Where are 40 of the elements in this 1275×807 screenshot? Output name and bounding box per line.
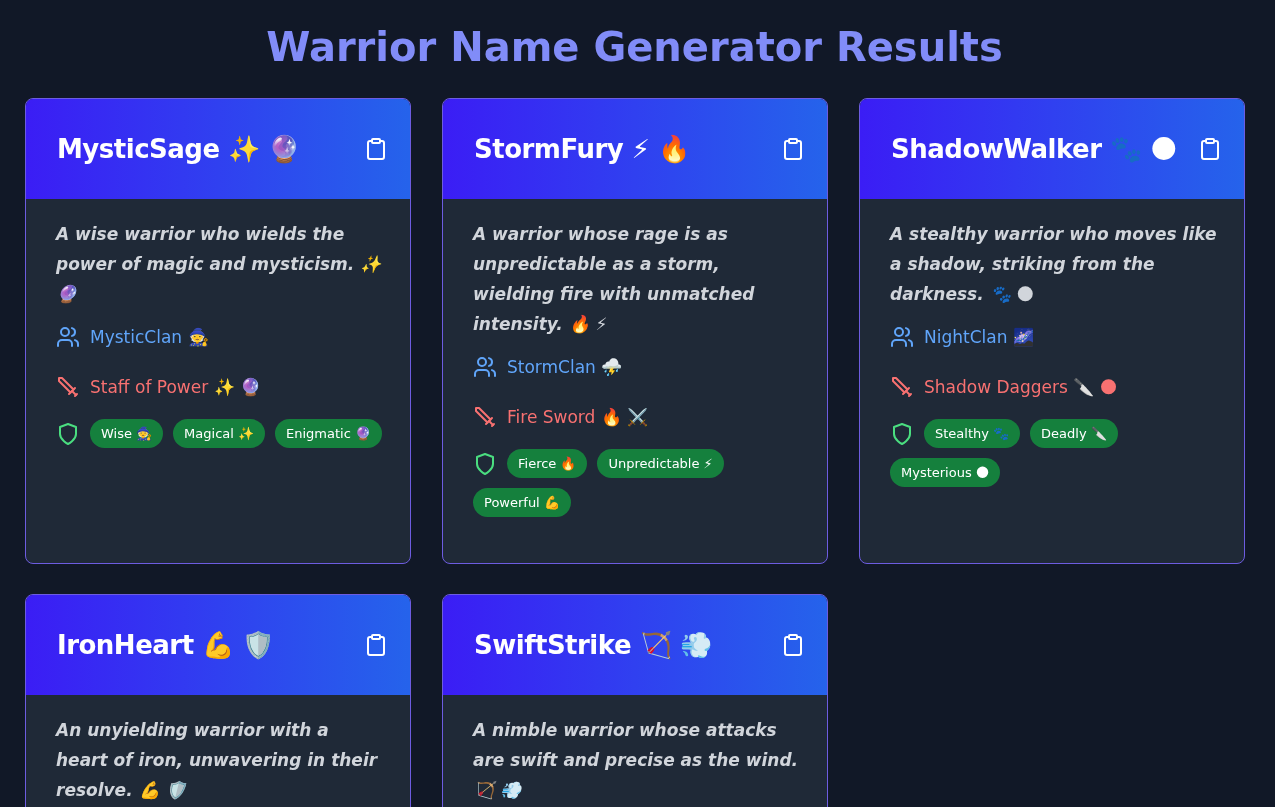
weapon-name: Staff of Power ✨ 🔮 — [90, 377, 261, 397]
clan-name: StormClan ⛈ — [507, 357, 623, 377]
sword-icon — [473, 405, 497, 429]
shield-icon — [473, 451, 497, 476]
shield-icon — [890, 421, 914, 446]
warrior-name: SwiftStrike 🏹 💨 — [474, 630, 712, 660]
trait-tag: Fierce 🔥 — [507, 449, 588, 478]
users-icon — [473, 355, 497, 379]
warrior-description: An unyielding warrior with a heart of iron, unwavering in their resolve. 💪 🛡 — [56, 719, 379, 802]
clipboard-icon[interactable] — [364, 137, 388, 161]
clipboard-icon[interactable] — [781, 633, 805, 657]
shield-icon — [56, 421, 80, 446]
clipboard-icon[interactable] — [1198, 137, 1222, 161]
sword-icon — [890, 375, 914, 399]
clan-name: MysticClan 🧙 — [90, 327, 209, 347]
trait-tag: Enigmatic 🔮 — [275, 419, 382, 448]
sword-icon — [56, 375, 80, 399]
trait-tag: Magical ✨ — [173, 419, 265, 448]
trait-tag: Stealthy 🐾 — [924, 419, 1021, 448]
trait-tag: Deadly 🔪 — [1030, 419, 1118, 448]
trait-tag: Wise 🧙 — [90, 419, 164, 448]
users-icon — [56, 325, 80, 349]
warrior-description: A nimble warrior whose attacks are swift and precise as the wind. 🏹 💨 — [473, 719, 800, 802]
warrior-description: A stealthy warrior who moves like a shadow, striking from the darkness. 🐾 🌑 — [890, 223, 1218, 306]
trait-tag: Mysterious 🌑 — [890, 458, 1001, 487]
warrior-name: MysticSage ✨ 🔮 — [57, 134, 300, 164]
warrior-name: IronHeart 💪 🛡 — [57, 630, 274, 660]
page-title: Warrior Name Generator Results — [265, 23, 1004, 72]
clipboard-icon[interactable] — [781, 137, 805, 161]
warrior-name: StormFury ⚡ 🔥 — [474, 134, 690, 164]
clipboard-icon[interactable] — [364, 633, 388, 657]
trait-tag: Unpredictable ⚡ — [597, 449, 724, 478]
trait-tag: Powerful 💪 — [473, 488, 571, 517]
weapon-name: Fire Sword 🔥 ⚔ — [507, 407, 649, 427]
warrior-name: ShadowWalker 🐾 🌑 — [891, 134, 1177, 164]
warrior-description: A warrior whose rage is as unpredictable as a storm, wielding fire with unmatched intensity. 🔥 ⚡ — [473, 223, 756, 336]
clan-name: NightClan 🌌 — [924, 327, 1034, 347]
users-icon — [890, 325, 914, 349]
weapon-name: Shadow Daggers 🔪 🌑 — [924, 377, 1118, 397]
warrior-description: A wise warrior who wields the power of magic and mysticism. ✨ 🔮 — [56, 223, 383, 306]
